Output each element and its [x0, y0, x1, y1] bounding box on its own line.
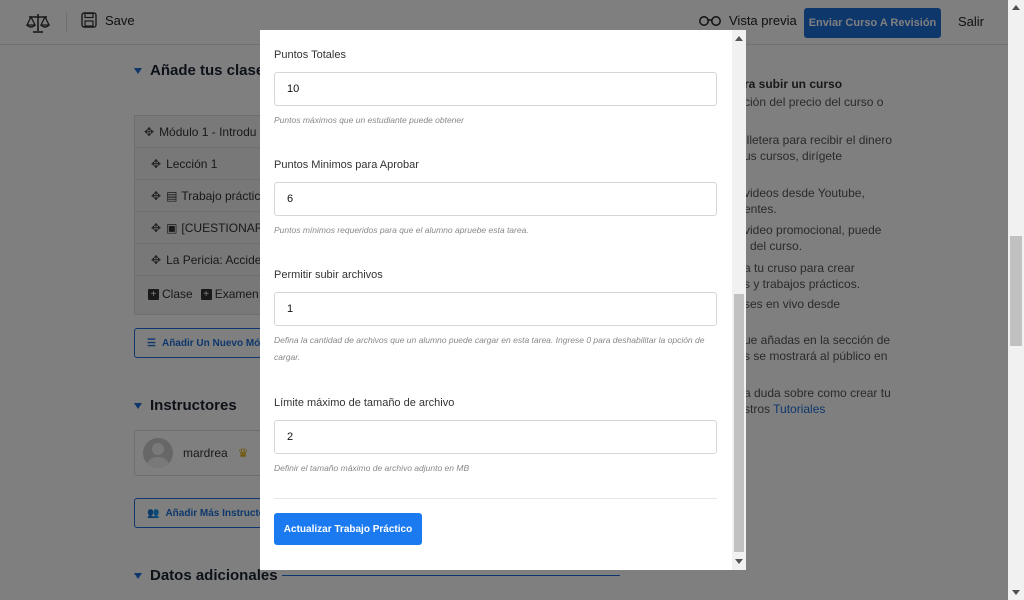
max-file-size-input[interactable]	[274, 420, 717, 454]
total-points-label: Puntos Totales	[274, 49, 346, 61]
min-points-input[interactable]	[274, 182, 717, 216]
page-scroll-thumb[interactable]	[1010, 236, 1022, 346]
scroll-up-arrow-icon[interactable]	[1012, 5, 1020, 10]
min-points-label: Puntos Minimos para Aprobar	[274, 159, 419, 171]
update-assignment-button[interactable]: Actualizar Trabajo Práctico	[274, 513, 422, 545]
scroll-down-arrow-icon[interactable]	[1012, 590, 1020, 595]
max-file-size-hint: Definir el tamaño máximo de archivo adju…	[274, 463, 470, 473]
scroll-down-arrow-icon[interactable]	[735, 559, 743, 564]
min-points-hint: Puntos mínimos requeridos para que el al…	[274, 225, 529, 235]
allowed-files-hint: Defina la cantidad de archivos que un al…	[274, 335, 705, 362]
scroll-up-arrow-icon[interactable]	[735, 36, 743, 41]
page-scrollbar[interactable]	[1008, 0, 1024, 600]
max-file-size-label: Límite máximo de tamaño de archivo	[274, 397, 455, 409]
allowed-files-input[interactable]	[274, 292, 717, 326]
modal-scroll-thumb[interactable]	[734, 294, 744, 552]
total-points-input[interactable]	[274, 72, 717, 106]
assignment-settings-modal: Puntos Totales Puntos máximos que un est…	[260, 30, 746, 570]
allowed-files-label: Permitir subir archivos	[274, 269, 383, 281]
modal-scrollbar[interactable]	[732, 30, 746, 570]
modal-divider	[274, 498, 717, 499]
total-points-hint: Puntos máximos que un estudiante puede o…	[274, 115, 464, 125]
